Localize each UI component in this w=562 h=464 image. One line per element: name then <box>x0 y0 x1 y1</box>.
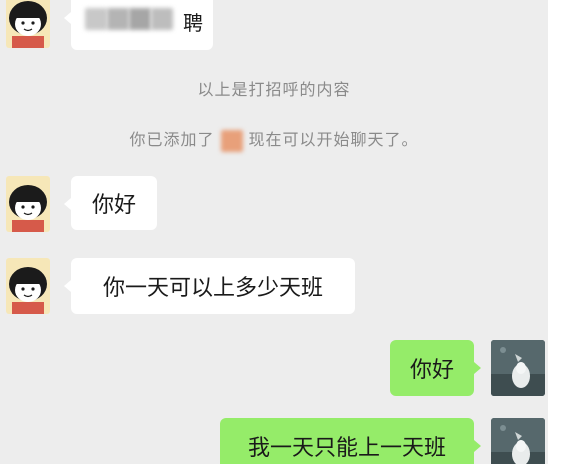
system-notice-added: 你已添加了 现在可以开始聊天了。 <box>0 126 548 152</box>
system-notice-added-after: 现在可以开始聊天了。 <box>248 130 419 149</box>
photo-avatar-icon <box>491 418 545 464</box>
self-avatar[interactable] <box>491 340 545 396</box>
message-text-fragment: 聘 <box>183 11 203 35</box>
cartoon-girl-avatar-icon <box>6 0 50 48</box>
redacted-contact-name <box>220 129 243 152</box>
system-notice-added-before: 你已添加了 <box>129 130 215 149</box>
message-bubble-outgoing[interactable]: 我一天只能上一天班 <box>220 418 474 464</box>
bubble-tail <box>474 440 481 452</box>
message-text: 你好 <box>91 193 136 218</box>
contact-avatar[interactable] <box>6 258 50 314</box>
bubble-tail <box>64 280 71 292</box>
chat-window: 聘 以上是打招呼的内容 你已添加了 现在可以开始聊天了。 你好 你一天可以上多少… <box>0 0 548 464</box>
cartoon-girl-avatar-icon <box>6 258 50 314</box>
photo-avatar-icon <box>491 340 545 396</box>
self-avatar[interactable] <box>491 418 545 464</box>
bubble-tail <box>64 12 71 24</box>
contact-avatar[interactable] <box>6 0 50 48</box>
message-bubble-incoming[interactable]: 你一天可以上多少天班 <box>71 258 355 314</box>
system-notice-greeting: 以上是打招呼的内容 <box>197 80 351 99</box>
contact-avatar[interactable] <box>6 176 50 232</box>
message-bubble-incoming[interactable]: 你好 <box>71 176 157 230</box>
message-text: 你一天可以上多少天班 <box>102 276 323 301</box>
cartoon-girl-avatar-icon <box>6 176 50 232</box>
message-bubble-redacted[interactable]: 聘 <box>71 0 213 50</box>
message-text: 你好 <box>409 358 454 383</box>
redacted-text <box>85 8 183 32</box>
bubble-tail <box>64 198 71 210</box>
bubble-tail <box>474 362 481 374</box>
message-bubble-outgoing[interactable]: 你好 <box>390 340 474 396</box>
message-text: 我一天只能上一天班 <box>247 436 446 461</box>
page-margin <box>548 0 562 464</box>
